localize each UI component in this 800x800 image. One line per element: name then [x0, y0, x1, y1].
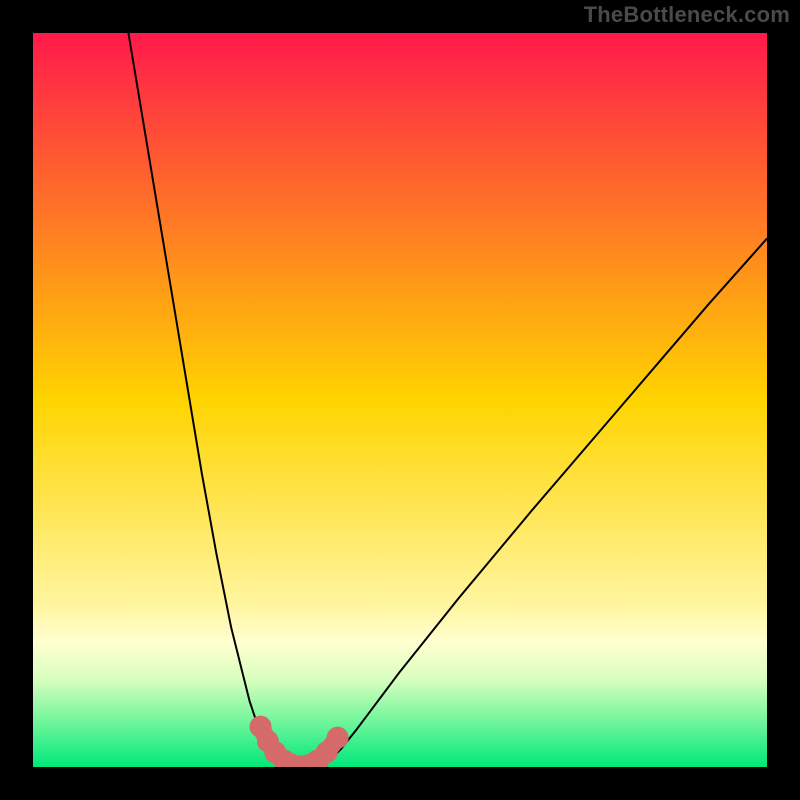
plot-svg [33, 33, 767, 767]
gradient-background [33, 33, 767, 767]
chart-frame: TheBottleneck.com [0, 0, 800, 800]
valley-marker [327, 727, 349, 749]
watermark-text: TheBottleneck.com [584, 2, 790, 28]
plot-area [33, 33, 767, 767]
